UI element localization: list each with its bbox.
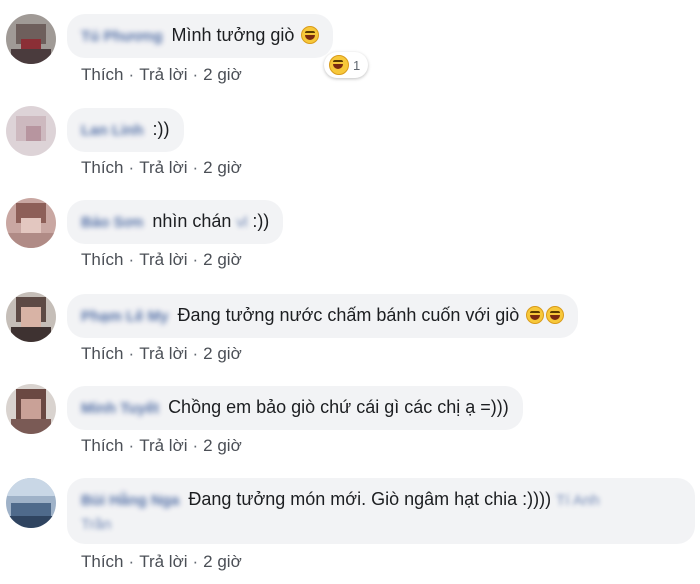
comment-text: :)) <box>152 119 170 139</box>
separator: · <box>192 158 199 177</box>
avatar[interactable] <box>6 292 56 342</box>
reply-link[interactable]: Trả lời <box>139 436 187 455</box>
comment-text: Đang tưởng nước chấm bánh cuốn với giò <box>177 305 520 325</box>
separator: · <box>192 344 199 363</box>
tagged-user[interactable]: Tí Anh <box>556 490 599 512</box>
comment-actions: Thích · Trả lời · 2 giờ <box>81 65 242 85</box>
reaction-count[interactable]: 1 <box>324 52 369 78</box>
separator: · <box>192 436 199 455</box>
separator: · <box>192 552 199 571</box>
avatar[interactable] <box>6 14 56 64</box>
comment-text: Chồng em bảo giò chứ cái gì các chị ạ =)… <box>168 397 509 417</box>
timestamp[interactable]: 2 giờ <box>203 436 242 455</box>
like-link[interactable]: Thích <box>81 344 124 363</box>
comment-actions: Thích · Trả lời · 2 giờ <box>81 436 242 456</box>
timestamp[interactable]: 2 giờ <box>203 552 242 571</box>
like-link[interactable]: Thích <box>81 158 124 177</box>
timestamp[interactable]: 2 giờ <box>203 344 242 363</box>
reaction-count-number: 1 <box>353 57 361 73</box>
avatar[interactable] <box>6 478 56 528</box>
comment-text: Mình tưởng giò <box>171 25 295 45</box>
like-link[interactable]: Thích <box>81 250 124 269</box>
commenter-name[interactable]: Minh Tuyết <box>81 398 159 420</box>
reply-link[interactable]: Trả lời <box>139 250 187 269</box>
avatar[interactable] <box>6 198 56 248</box>
censored-word: vl <box>236 214 248 231</box>
reply-link[interactable]: Trả lời <box>139 344 187 363</box>
tagged-user-surname[interactable]: Trần <box>81 514 111 536</box>
like-link[interactable]: Thích <box>81 552 124 571</box>
reply-link[interactable]: Trả lời <box>139 65 187 84</box>
commenter-name[interactable]: Lan Linh <box>81 120 144 142</box>
reply-link[interactable]: Trả lời <box>139 552 187 571</box>
comment-bubble: Tú Phương Mình tưởng giò <box>67 14 334 58</box>
commenter-name[interactable]: Bùi Hằng Nga <box>81 490 179 512</box>
separator: · <box>192 250 199 269</box>
comment-bubble: Lan Linh :)) <box>67 108 184 152</box>
commenter-name[interactable]: Bảo Sơn <box>81 212 143 234</box>
separator: · <box>192 65 199 84</box>
comment-text-after: :)) <box>252 211 270 231</box>
separator: · <box>128 250 135 269</box>
comment-actions: Thích · Trả lời · 2 giờ <box>81 250 242 270</box>
timestamp[interactable]: 2 giờ <box>203 250 242 269</box>
comment-actions: Thích · Trả lời · 2 giờ <box>81 552 242 572</box>
like-link[interactable]: Thích <box>81 65 124 84</box>
separator: · <box>128 552 135 571</box>
comment-actions: Thích · Trả lời · 2 giờ <box>81 158 242 178</box>
separator: · <box>128 65 135 84</box>
comment-bubble: Minh Tuyết Chồng em bảo giò chứ cái gì c… <box>67 386 523 430</box>
separator: · <box>128 344 135 363</box>
laughing-emoji-icon <box>301 26 320 44</box>
like-link[interactable]: Thích <box>81 436 124 455</box>
laughing-emoji-icon <box>329 55 349 75</box>
comment-bubble: Phạm Lê My Đang tưởng nước chấm bánh cuố… <box>67 294 579 338</box>
comment-actions: Thích · Trả lời · 2 giờ <box>81 344 242 364</box>
comment-text-before: nhìn chán <box>152 211 232 231</box>
timestamp[interactable]: 2 giờ <box>203 158 242 177</box>
laughing-emoji-icon <box>526 306 545 324</box>
comment-text: Đang tưởng món mới. Giò ngâm hạt chia :)… <box>188 489 552 509</box>
reply-link[interactable]: Trả lời <box>139 158 187 177</box>
separator: · <box>128 436 135 455</box>
comment-bubble: Bùi Hằng Nga Đang tưởng món mới. Giò ngâ… <box>67 478 695 544</box>
avatar[interactable] <box>6 384 56 434</box>
laughing-emoji-icon <box>546 306 565 324</box>
separator: · <box>128 158 135 177</box>
commenter-name[interactable]: Phạm Lê My <box>81 306 169 328</box>
timestamp[interactable]: 2 giờ <box>203 65 242 84</box>
commenter-name[interactable]: Tú Phương <box>81 26 163 48</box>
comment-bubble: Bảo Sơn nhìn chán vl :)) <box>67 200 284 244</box>
avatar[interactable] <box>6 106 56 156</box>
